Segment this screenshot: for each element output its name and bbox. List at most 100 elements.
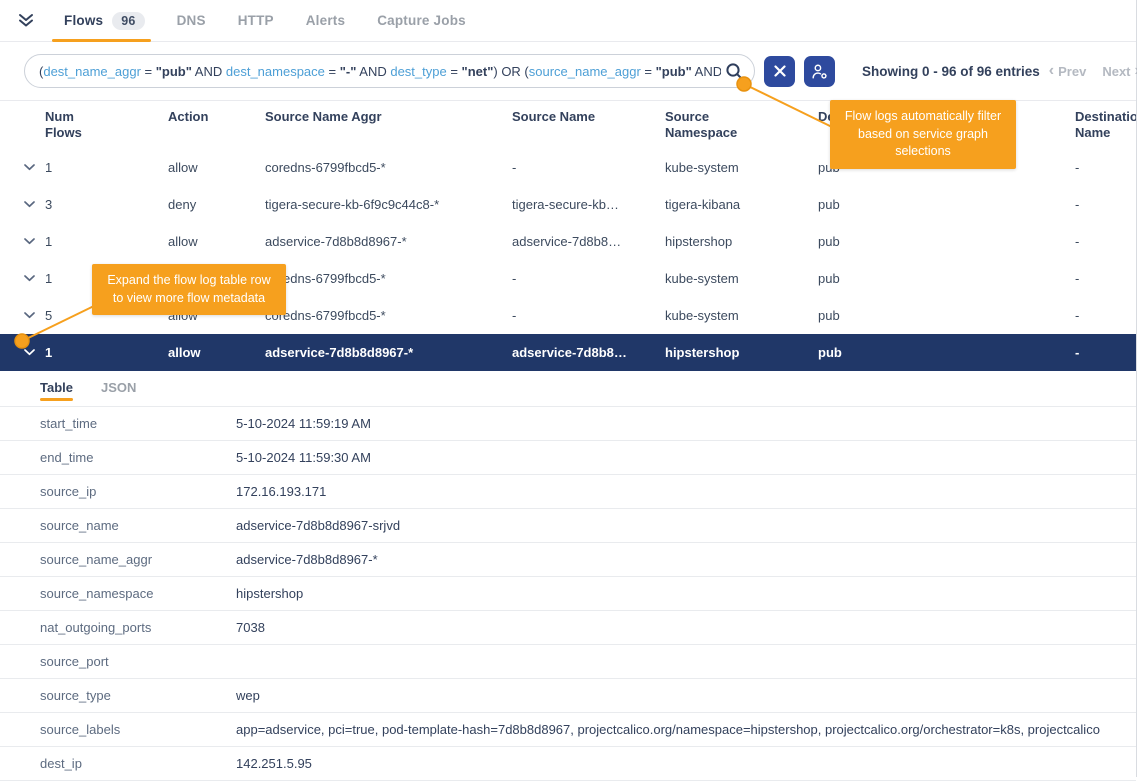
cell-source-namespace: hipstershop	[665, 234, 818, 249]
column-header-source-name-aggr: Source Name Aggr	[265, 109, 512, 141]
detail-key: start_time	[40, 416, 236, 431]
cell-num-flows: 1	[45, 345, 168, 360]
tab-label: Alerts	[306, 13, 345, 28]
column-header-source-name: Source Name	[512, 109, 665, 141]
tab-alerts[interactable]: Alerts	[290, 0, 361, 41]
detail-key: source_ip	[40, 484, 236, 499]
flow-logs-panel: Flows 96 DNS HTTP Alerts Capture Jobs (dest_n…	[0, 0, 1137, 777]
cell-dest-name: -	[1075, 160, 1136, 175]
cell-source-name-aggr: coredns-6799fbcd5-*	[265, 308, 512, 323]
detail-value: 5-10-2024 11:59:19 AM	[236, 416, 1136, 431]
detail-tab-json[interactable]: JSON	[101, 380, 136, 399]
tab-flows[interactable]: Flows 96	[48, 0, 161, 41]
chevron-down-icon[interactable]	[24, 164, 45, 171]
detail-key: source_labels	[40, 722, 236, 737]
chevron-down-icon[interactable]	[24, 312, 45, 319]
tab-count-badge: 96	[112, 12, 144, 30]
cell-source-name: -	[512, 271, 665, 286]
detail-row-end-time: end_time5-10-2024 11:59:30 AM	[0, 441, 1136, 475]
next-button[interactable]: Next ›	[1102, 63, 1137, 79]
clear-filter-button[interactable]	[764, 56, 795, 87]
cell-dest-name-aggr: pub	[818, 234, 1075, 249]
detail-value: hipstershop	[236, 586, 1136, 601]
log-tabbar: Flows 96 DNS HTTP Alerts Capture Jobs	[0, 0, 1136, 42]
chevron-down-icon[interactable]	[24, 201, 45, 208]
detail-value: 5-10-2024 11:59:30 AM	[236, 450, 1136, 465]
cell-dest-name: -	[1075, 271, 1136, 286]
tab-capture-jobs[interactable]: Capture Jobs	[361, 0, 482, 41]
tab-label: Capture Jobs	[377, 13, 466, 28]
cell-num-flows: 1	[45, 234, 168, 249]
detail-row-source-namespace: source_namespacehipstershop	[0, 577, 1136, 611]
cell-action: deny	[168, 197, 265, 212]
cell-source-name: adservice-7d8b8…	[512, 345, 665, 360]
cell-dest-name: -	[1075, 234, 1136, 249]
cell-source-name: adservice-7d8b8…	[512, 234, 665, 249]
detail-tabs: Table JSON	[0, 371, 1136, 406]
detail-key: source_name	[40, 518, 236, 533]
cell-action: allow	[168, 160, 265, 175]
tab-http[interactable]: HTTP	[222, 0, 290, 41]
chevron-down-icon[interactable]	[24, 275, 45, 282]
cell-source-name-aggr: adservice-7d8b8d8967-*	[265, 345, 512, 360]
detail-rows: start_time5-10-2024 11:59:19 AMend_time5…	[0, 406, 1136, 781]
flow-row[interactable]: 3denytigera-secure-kb-6f9c9c44c8-*tigera…	[0, 186, 1136, 223]
cell-dest-name-aggr: pub	[818, 345, 1075, 360]
column-header-source-namespace: Source Namespace	[665, 109, 818, 141]
pagination: ‹ Prev Next ›	[1049, 63, 1137, 79]
log-type-tabs: Flows 96 DNS HTTP Alerts Capture Jobs	[48, 0, 482, 41]
tab-label: Flows	[64, 13, 103, 28]
detail-key: source_name_aggr	[40, 552, 236, 567]
cell-source-namespace: kube-system	[665, 160, 818, 175]
detail-value: app=adservice, pci=true, pod-template-ha…	[236, 722, 1136, 737]
column-header-action: Action	[168, 109, 265, 141]
filter-query-text: (dest_name_aggr = "pub" AND dest_namespa…	[39, 64, 721, 79]
cell-dest-name: -	[1075, 197, 1136, 212]
detail-key: end_time	[40, 450, 236, 465]
flows-table-body: 1allowcoredns-6799fbcd5-*-kube-systempub…	[0, 149, 1136, 371]
detail-row-source-name: source_nameadservice-7d8b8d8967-srjvd	[0, 509, 1136, 543]
cell-action: allow	[168, 234, 265, 249]
cell-source-namespace: kube-system	[665, 308, 818, 323]
cell-source-name-aggr: tigera-secure-kb-6f9c9c44c8-*	[265, 197, 512, 212]
cell-dest-name: -	[1075, 345, 1136, 360]
detail-value: 172.16.193.171	[236, 484, 1136, 499]
tab-dns[interactable]: DNS	[161, 0, 222, 41]
x-icon	[774, 65, 786, 77]
detail-row-source-ip: source_ip172.16.193.171	[0, 475, 1136, 509]
detail-key: source_type	[40, 688, 236, 703]
prev-button[interactable]: ‹ Prev	[1049, 63, 1087, 79]
cell-source-namespace: tigera-kibana	[665, 197, 818, 212]
cell-source-name-aggr: adservice-7d8b8d8967-*	[265, 234, 512, 249]
tab-label: DNS	[177, 13, 206, 28]
search-icon[interactable]	[725, 62, 744, 81]
callout-expand-row: Expand the flow log table row to view mo…	[92, 264, 286, 315]
detail-key: source_port	[40, 654, 236, 669]
detail-key: source_namespace	[40, 586, 236, 601]
tab-label: HTTP	[238, 13, 274, 28]
entries-count: Showing 0 - 96 of 96 entries	[862, 64, 1040, 79]
detail-row-start-time: start_time5-10-2024 11:59:19 AM	[0, 407, 1136, 441]
cell-source-name-aggr: coredns-6799fbcd5-*	[265, 271, 512, 286]
detail-tab-table[interactable]: Table	[40, 380, 73, 399]
chevron-down-icon[interactable]	[24, 238, 45, 245]
detail-row-source-type: source_typewep	[0, 679, 1136, 713]
double-chevron-down-icon[interactable]	[18, 13, 34, 28]
detail-key: nat_outgoing_ports	[40, 620, 236, 635]
chevron-column-spacer	[24, 109, 45, 141]
cell-source-name: -	[512, 160, 665, 175]
flow-row[interactable]: 1allowadservice-7d8b8d8967-*adservice-7d…	[0, 334, 1136, 371]
detail-row-source-labels: source_labelsapp=adservice, pci=true, po…	[0, 713, 1136, 747]
detail-key: dest_ip	[40, 756, 236, 771]
detail-value: adservice-7d8b8d8967-srjvd	[236, 518, 1136, 533]
filter-query-input[interactable]: (dest_name_aggr = "pub" AND dest_namespa…	[24, 54, 755, 88]
chevron-down-icon[interactable]	[24, 349, 45, 356]
next-label: Next	[1102, 64, 1130, 79]
cell-source-namespace: hipstershop	[665, 345, 818, 360]
chevron-left-icon: ‹	[1049, 63, 1054, 79]
cell-dest-name-aggr: pub	[818, 271, 1075, 286]
column-header-num-flows: Num Flows	[45, 109, 168, 141]
cell-dest-name-aggr: pub	[818, 197, 1075, 212]
flow-row[interactable]: 1allowadservice-7d8b8d8967-*adservice-7d…	[0, 223, 1136, 260]
user-settings-button[interactable]	[804, 56, 835, 87]
